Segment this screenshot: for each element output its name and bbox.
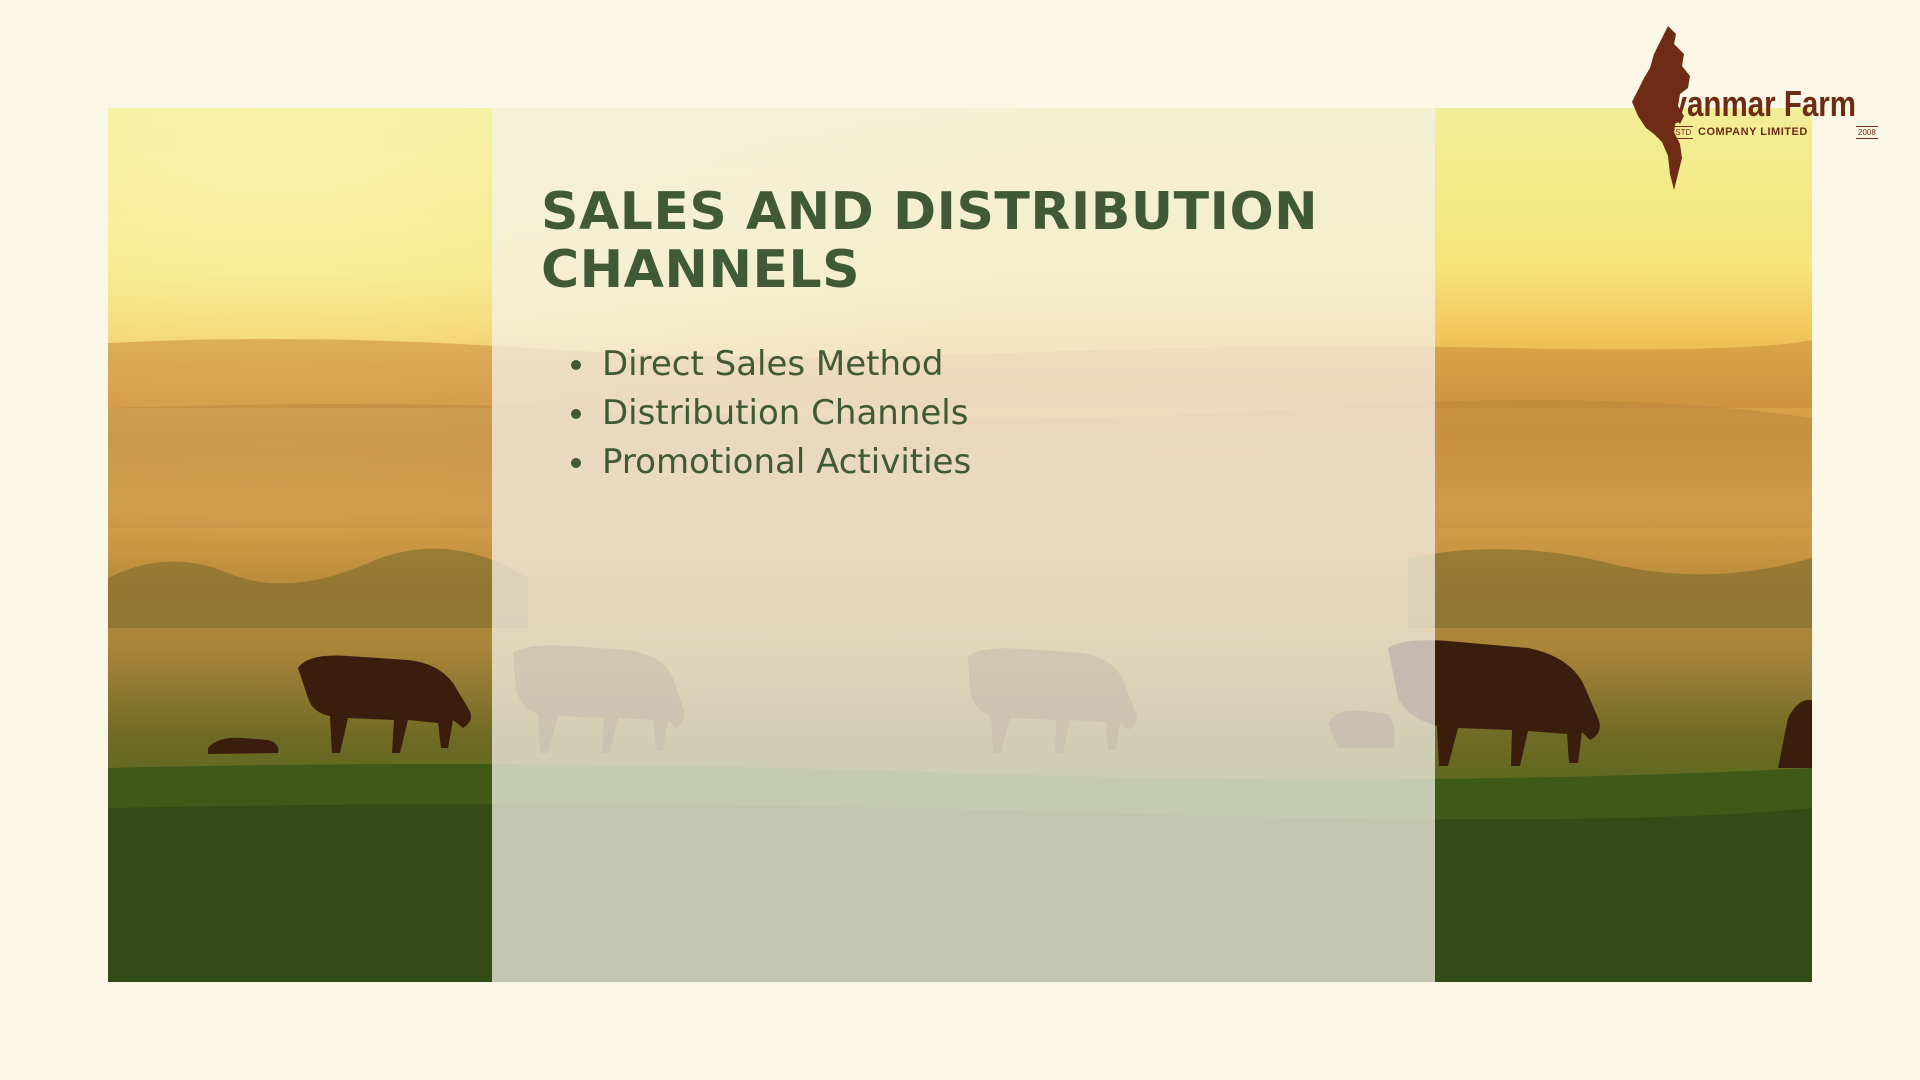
logo-estd-label: ESTD xyxy=(1668,126,1694,139)
slide-title: SALES AND DISTRIBUTION CHANNELS xyxy=(541,182,1319,300)
logo-subtitle: COMPANY LIMITED xyxy=(1698,126,1808,138)
bullet-list: Direct Sales Method Distribution Channel… xyxy=(561,340,971,487)
bullet-item-distribution-channels: Distribution Channels xyxy=(598,389,971,438)
logo-year: 2008 xyxy=(1856,126,1878,139)
logo-company-name: Myanmar Farm xyxy=(1646,83,1857,124)
company-logo: Myanmar Farm ESTD COMPANY LIMITED 2008 xyxy=(1628,24,1896,194)
bullet-item-direct-sales: Direct Sales Method xyxy=(598,340,971,389)
bullet-item-promotional-activities: Promotional Activities xyxy=(598,438,971,487)
